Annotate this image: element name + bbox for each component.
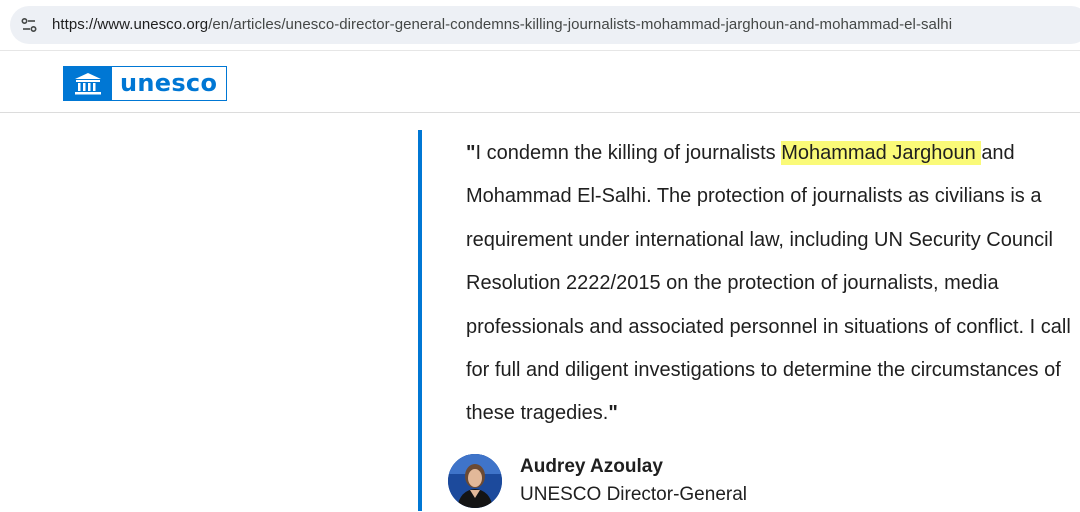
url-path: /en/articles/unesco-director-general-con… xyxy=(208,16,953,33)
close-quote-mark: " xyxy=(608,402,618,425)
quote-text: " I condemn the killing of journalists Mo… xyxy=(466,132,1080,436)
highlighted-name: Mohammad Jarghoun xyxy=(781,141,982,165)
quote-text-before: I condemn the killing of journalists xyxy=(475,142,782,164)
quote-accent-bar xyxy=(418,130,422,511)
site-header: unesco xyxy=(0,51,1080,113)
temple-icon xyxy=(64,67,112,100)
browser-address-bar: https://www.unesco.org/en/articles/unesc… xyxy=(0,0,1080,50)
author-title: UNESCO Director-General xyxy=(520,484,747,505)
author-name: Audrey Azoulay xyxy=(520,456,663,477)
url-text[interactable]: https://www.unesco.org/en/articles/unesc… xyxy=(52,16,952,33)
blockquote: " I condemn the killing of journalists Mo… xyxy=(418,130,1080,511)
logo-wordmark: unesco xyxy=(120,69,218,97)
site-info-icon[interactable] xyxy=(19,15,39,35)
quote-author: Audrey Azoulay UNESCO Director-General xyxy=(448,452,848,512)
url-host: https://www.unesco.org xyxy=(52,16,209,33)
quote-text-after: and Mohammad El-Salhi. The protection of… xyxy=(466,142,1071,425)
avatar xyxy=(448,454,502,508)
header-divider xyxy=(0,112,1080,113)
unesco-logo[interactable]: unesco xyxy=(63,66,227,101)
